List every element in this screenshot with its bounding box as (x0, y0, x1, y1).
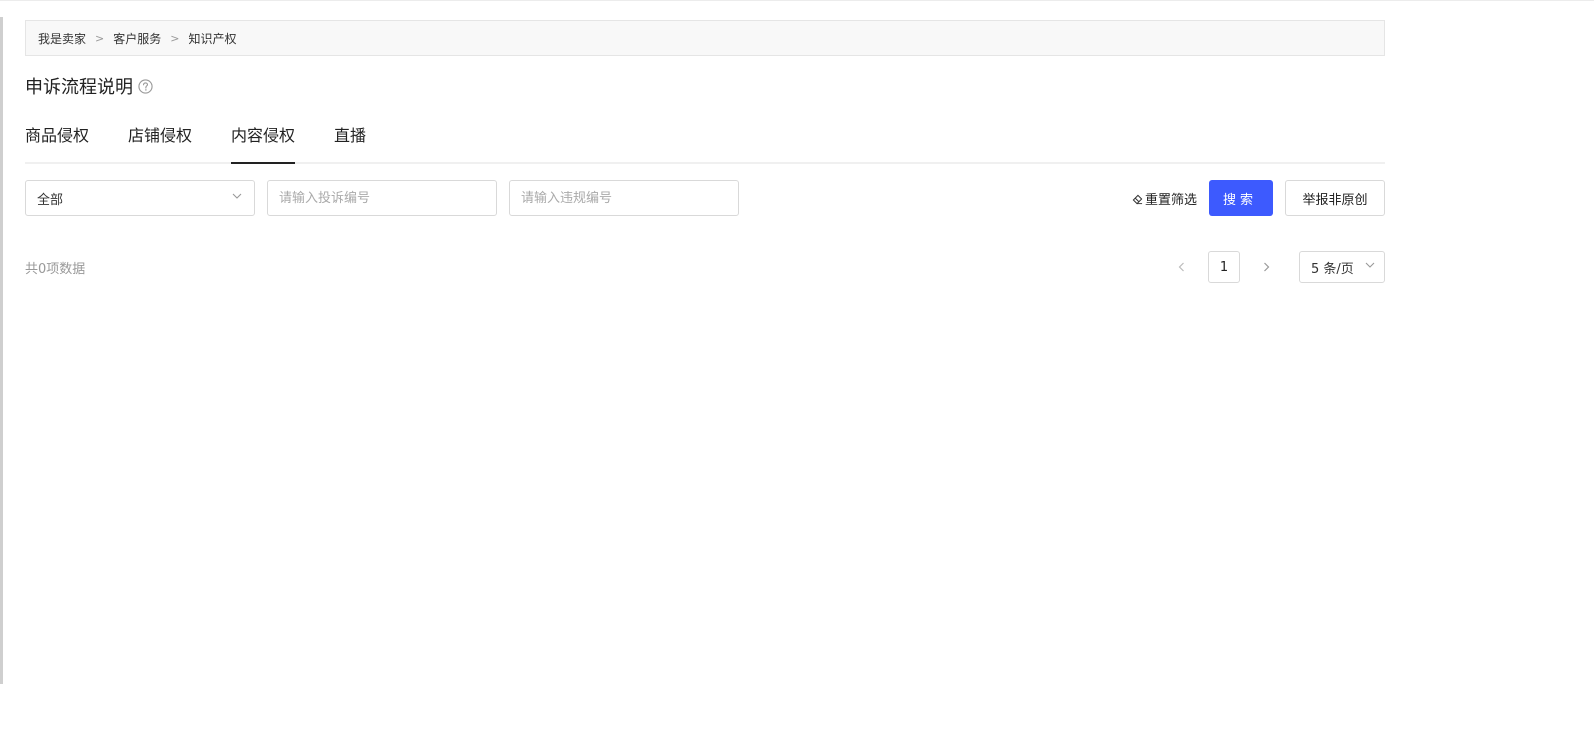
page-title-row: 申诉流程说明 (25, 74, 1385, 98)
complaint-number-input[interactable] (267, 180, 497, 216)
chevron-down-icon (231, 190, 243, 206)
page-size-value: 5 条/页 (1311, 261, 1354, 277)
tab-live-stream[interactable]: 直播 (334, 127, 366, 162)
prev-page-button[interactable] (1170, 255, 1194, 279)
top-border (0, 0, 1594, 1)
status-select-value: 全部 (37, 192, 64, 208)
total-count: 共0项数据 (25, 261, 86, 277)
filter-row: 全部 重置筛选 搜索 举报非原创 (25, 180, 1385, 216)
tab-store-infringement[interactable]: 店铺侵权 (128, 127, 192, 162)
chevron-right-icon (1264, 262, 1270, 272)
eraser-icon (1132, 194, 1143, 205)
left-rail (0, 17, 3, 684)
report-non-original-button[interactable]: 举报非原创 (1285, 180, 1385, 216)
reset-filter-button[interactable]: 重置筛选 (1132, 189, 1197, 208)
next-page-button[interactable] (1254, 255, 1278, 279)
pagination: 1 5 条/页 (1170, 251, 1385, 283)
result-row: 共0项数据 1 5 条/页 (25, 251, 1385, 283)
filter-actions: 重置筛选 搜索 举报非原创 (1132, 180, 1385, 216)
breadcrumb-item-ip: 知识产权 (188, 31, 237, 46)
breadcrumb-item-customer-service[interactable]: 客户服务 (113, 30, 161, 47)
breadcrumb-separator: > (170, 31, 180, 45)
tab-bar: 商品侵权 店铺侵权 内容侵权 直播 (25, 127, 1385, 164)
chevron-left-icon (1178, 262, 1184, 272)
status-select[interactable]: 全部 (25, 180, 255, 216)
question-circle-icon[interactable] (138, 78, 153, 94)
page-number-1[interactable]: 1 (1208, 251, 1240, 283)
search-button[interactable]: 搜索 (1209, 180, 1273, 216)
page-title: 申诉流程说明 (25, 77, 133, 98)
violation-number-input[interactable] (509, 180, 739, 216)
breadcrumb-separator: > (95, 31, 105, 45)
tab-product-infringement[interactable]: 商品侵权 (25, 127, 89, 162)
main-content: 我是卖家 > 客户服务 > 知识产权 申诉流程说明 商品侵权 店铺侵权 内容侵权… (25, 20, 1385, 283)
chevron-down-icon (1364, 259, 1376, 275)
breadcrumb: 我是卖家 > 客户服务 > 知识产权 (25, 20, 1385, 56)
tab-content-infringement[interactable]: 内容侵权 (231, 127, 296, 164)
reset-filter-label: 重置筛选 (1144, 192, 1197, 208)
page-size-select[interactable]: 5 条/页 (1299, 251, 1385, 283)
breadcrumb-item-seller[interactable]: 我是卖家 (38, 30, 86, 47)
